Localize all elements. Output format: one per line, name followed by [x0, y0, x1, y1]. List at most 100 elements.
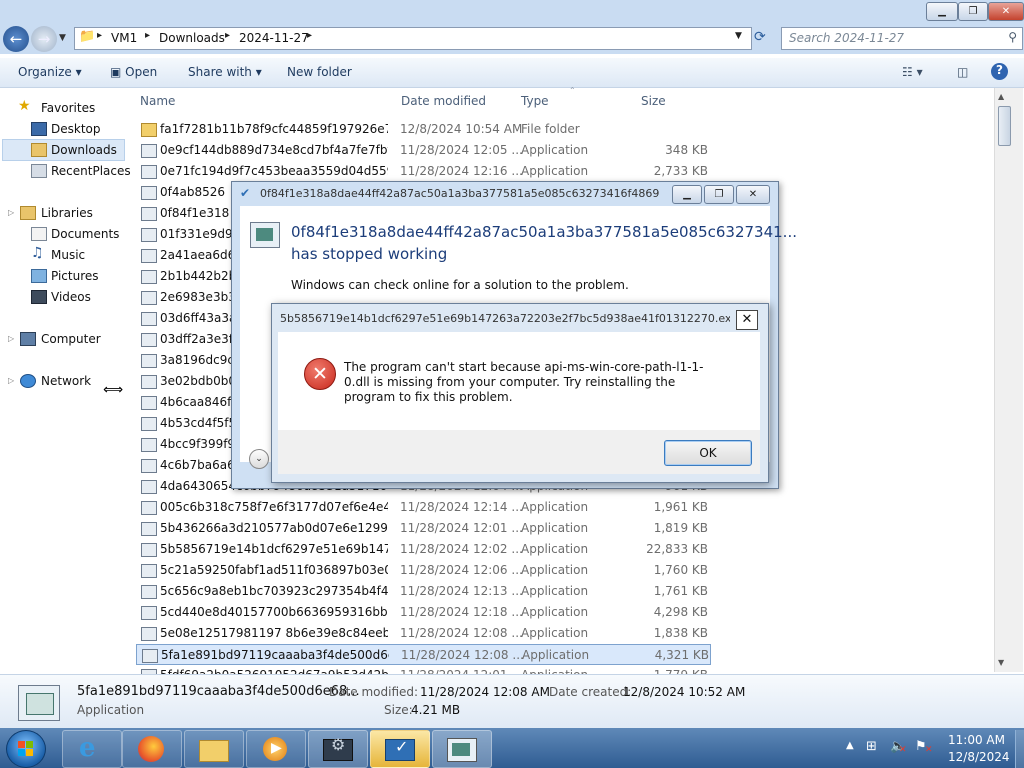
share-with-button[interactable]: Share with ▾ — [188, 65, 262, 79]
search-placeholder: Search 2024-11-27 — [789, 31, 905, 45]
column-header-name[interactable]: Name — [140, 94, 175, 108]
table-row[interactable]: 5c21a59250fabf1ad511f036897b03e0c378... 1… — [136, 560, 711, 581]
internet-explorer-icon[interactable]: e — [62, 730, 122, 768]
file-icon — [141, 228, 157, 242]
table-row[interactable]: 005c6b318c758f7e6f3177d07ef6e4e4b30ff...… — [136, 497, 711, 518]
file-date-modified: 11/28/2024 12:14 ... — [400, 500, 523, 514]
table-row[interactable]: 0e9cf144db889d734e8cd7bf4a7fe7fbfce2... 1… — [136, 140, 711, 161]
file-icon — [141, 291, 157, 305]
nav-pictures[interactable]: Pictures — [51, 269, 99, 283]
table-row[interactable]: 5fa1e891bd97119caaaba3f4de500d6e6828... 1… — [136, 644, 711, 665]
organize-button[interactable]: Organize ▾ — [18, 65, 82, 79]
column-header-date-modified[interactable]: Date modified — [401, 94, 486, 108]
nav-favorites[interactable]: Favorites — [41, 101, 95, 115]
details-size: 4.21 MB — [411, 703, 461, 717]
nav-computer[interactable]: Computer — [41, 332, 101, 346]
address-bar[interactable]: 📁 ▸ VM1 ▸ Downloads ▸ 2024-11-27 ▸ ▼ — [74, 27, 752, 50]
show-hidden-icons-icon[interactable]: ▲ — [846, 740, 854, 751]
error-message: The program can't start because api-ms-w… — [344, 360, 704, 404]
file-icon — [141, 543, 157, 557]
scroll-down-icon[interactable]: ▼ — [998, 658, 1004, 667]
breadcrumb-downloads[interactable]: Downloads — [159, 31, 225, 45]
expand-arrow-icon[interactable]: ▷ — [8, 376, 14, 385]
firefox-icon[interactable] — [122, 730, 182, 768]
breadcrumb-separator-icon[interactable]: ▸ — [97, 30, 102, 41]
wer-close-icon[interactable]: ✕ — [736, 185, 770, 204]
scroll-thumb[interactable] — [998, 106, 1011, 146]
wer-details-expand-icon[interactable]: ⌄ — [249, 449, 269, 469]
table-row[interactable]: 5cd440e8d40157700b6636959316bb2f97c... 11… — [136, 602, 711, 623]
table-row[interactable]: 5b436266a3d210577ab0d07e6e1299c9b7a... 11… — [136, 518, 711, 539]
maximize-icon[interactable]: ❐ — [958, 2, 988, 21]
forward-button[interactable]: → — [31, 26, 57, 52]
search-icon[interactable]: ⚲ — [1008, 30, 1017, 44]
view-options-icon[interactable]: ☷ ▾ — [902, 65, 923, 79]
file-name: 5c21a59250fabf1ad511f036897b03e0c378... — [160, 563, 388, 577]
nav-music[interactable]: Music — [51, 248, 85, 262]
nav-libraries[interactable]: Libraries — [41, 206, 93, 220]
breadcrumb-2024-11-27[interactable]: 2024-11-27 — [239, 31, 309, 45]
error-dialog-close-icon[interactable]: ✕ — [736, 310, 758, 330]
clock-date[interactable]: 12/8/2024 — [948, 750, 1010, 764]
ok-button[interactable]: OK — [664, 440, 752, 466]
nav-recent-places[interactable]: RecentPlaces — [51, 164, 131, 178]
application-window-icon[interactable] — [432, 730, 492, 768]
breadcrumb-separator-icon[interactable]: ▸ — [307, 30, 312, 41]
file-icon — [141, 375, 157, 389]
column-header-size[interactable]: Size — [641, 94, 666, 108]
file-icon — [141, 165, 157, 179]
nav-downloads[interactable]: Downloads — [51, 143, 117, 157]
preview-pane-icon[interactable]: ◫ — [957, 65, 968, 79]
missing-dll-error-dialog: 5b5856719e14b1dcf6297e51e69b147263a72203… — [271, 303, 769, 483]
recent-pages-dropdown-icon[interactable]: ▼ — [59, 33, 66, 43]
table-row[interactable]: 5b5856719e14b1dcf6297e51e69b147263a... 11… — [136, 539, 711, 560]
nav-videos[interactable]: Videos — [51, 290, 91, 304]
file-type: Application — [521, 626, 589, 640]
table-row[interactable]: 5c656c9a8eb1bc703923c297354b4f406495... 1… — [136, 581, 711, 602]
back-button[interactable]: ← — [3, 26, 29, 52]
wer-maximize-icon[interactable]: ❐ — [704, 185, 734, 204]
close-icon[interactable]: ✕ — [988, 2, 1024, 21]
breadcrumb-vm1[interactable]: VM1 — [111, 31, 137, 45]
error-reporting-icon[interactable]: ✓ — [370, 730, 430, 768]
column-header-type[interactable]: Type — [521, 94, 549, 108]
file-icon — [141, 417, 157, 431]
nav-desktop[interactable]: Desktop — [51, 122, 101, 136]
wer-title-icon: ✔ — [240, 186, 251, 200]
expand-arrow-icon[interactable]: ▷ — [8, 208, 14, 217]
help-icon[interactable]: ? — [991, 63, 1008, 80]
network-tray-icon[interactable]: ⊞ — [866, 739, 877, 754]
open-button[interactable]: ▣ Open — [110, 65, 157, 79]
breadcrumb-separator-icon[interactable]: ▸ — [145, 30, 150, 41]
recent-places-icon — [31, 164, 47, 178]
start-button[interactable] — [6, 730, 46, 768]
scroll-up-icon[interactable]: ▲ — [998, 92, 1004, 101]
nav-network[interactable]: Network — [41, 374, 91, 388]
show-desktop-button[interactable] — [1015, 730, 1024, 768]
search-input[interactable]: Search 2024-11-27 ⚲ — [781, 27, 1023, 50]
clock-time[interactable]: 11:00 AM — [948, 733, 1005, 747]
table-row[interactable]: 0e71fc194d9f7c453beaa3559d04d559a376... 1… — [136, 161, 711, 182]
table-row[interactable]: 5e08e12517981197 8b6e39e8c84eeb3c203... 1… — [136, 623, 711, 644]
file-explorer-icon[interactable] — [184, 730, 244, 768]
minimize-icon[interactable]: ▁ — [926, 2, 958, 21]
refresh-icon[interactable]: ⟳ — [754, 29, 766, 45]
media-player-icon[interactable]: ▶ — [246, 730, 306, 768]
address-dropdown-icon[interactable]: ▼ — [735, 31, 742, 41]
wer-minimize-icon[interactable]: ▁ — [672, 185, 702, 204]
file-size: 1,838 KB — [653, 626, 708, 640]
breadcrumb-separator-icon[interactable]: ▸ — [225, 30, 230, 41]
file-size: 1,961 KB — [653, 500, 708, 514]
table-row[interactable]: fa1f7281b11b78f9cfc44859f197926e79f6d...… — [136, 119, 711, 140]
expand-arrow-icon[interactable]: ▷ — [8, 334, 14, 343]
new-folder-button[interactable]: New folder — [287, 65, 352, 79]
file-type: Application — [521, 143, 589, 157]
file-date-modified: 12/8/2024 10:54 AM — [400, 122, 523, 136]
details-kind: Application — [77, 703, 145, 717]
nav-documents[interactable]: Documents — [51, 227, 119, 241]
details-filename: 5fa1e891bd97119caaaba3f4de500d6e68... — [77, 684, 360, 699]
settings-monitor-icon[interactable]: ⚙ — [308, 730, 368, 768]
vertical-scrollbar[interactable]: ▲ ▼ — [994, 88, 1023, 672]
error-dialog-footer: OK — [278, 430, 760, 474]
file-icon — [142, 649, 158, 663]
